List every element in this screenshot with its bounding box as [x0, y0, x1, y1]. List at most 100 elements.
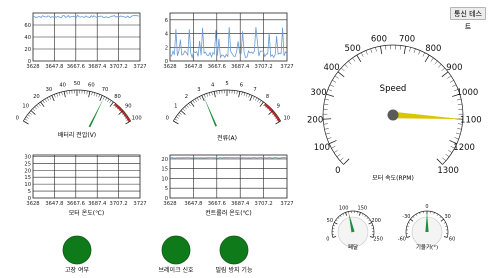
plot-area — [169, 154, 288, 199]
x-tick-label: 3687.4 — [88, 64, 107, 70]
gauge-label: 기울기(°) — [416, 243, 438, 251]
plot-area — [32, 154, 141, 199]
x-tick-label: 3647.8 — [184, 64, 202, 70]
x-tick-label: 3687.4 — [231, 201, 250, 207]
x-tick-label: 3687.4 — [231, 64, 250, 70]
x-tick-label: 3727 — [280, 201, 293, 207]
gauge-tick-label: 2 — [185, 94, 188, 100]
gauge-tick-label: 40 — [59, 82, 66, 88]
gauge-tick-label: 800 — [425, 44, 441, 54]
gauge-needle — [392, 111, 462, 120]
gauge-tick-label: 200 — [307, 116, 323, 126]
gauge-tick-label: 100 — [132, 115, 142, 121]
x-tick-label: 3647.8 — [45, 64, 63, 70]
y-tick-label: 25 — [24, 161, 31, 167]
gauge-tick-label: 150 — [358, 205, 368, 211]
y-tick-label: 40 — [24, 35, 31, 41]
gauge-tick-label: 700 — [399, 34, 415, 44]
y-tick-label: 5 — [28, 189, 31, 195]
y-tick-label: 10 — [161, 176, 168, 182]
gauge-label: 배터리 전압(V) — [58, 131, 96, 139]
x-tick-label: 3707.2 — [255, 201, 273, 207]
gauge-tick-label: 4 — [211, 82, 215, 88]
y-tick-label: 0 — [28, 196, 31, 202]
gauge-tick-label: 600 — [371, 34, 387, 44]
y-tick-label: 15 — [161, 167, 168, 173]
gauge-tick-label: 10 — [22, 104, 29, 110]
y-tick-label: 15 — [24, 175, 31, 181]
gauge-tick-label: 900 — [446, 63, 462, 73]
gauge-label: 모터 속도(RPM) — [372, 174, 414, 182]
motor-temp-chart: 3628 3647.8 3667.6 3687.4 3707.2 372705101520… — [24, 154, 146, 217]
pedal-gauge: 0 50 100 150 200 250 페달 — [326, 205, 383, 251]
x-tick-label: 3667.6 — [67, 64, 85, 70]
gauge-tick-label: 0 — [425, 204, 428, 210]
y-tick-label: 6 — [165, 18, 168, 24]
battery-voltage-gauge: 010 20 30 40 50 60 70 80 90100 배터리 전압(V) — [16, 81, 142, 139]
tilt-gauge: -60 -30 0 30 60 기울기(°) — [398, 204, 456, 251]
status-lamp — [62, 235, 92, 265]
x-tick-label: 3727 — [280, 64, 293, 70]
gauge-tick-label: 6 — [240, 82, 243, 88]
speedometer-gauge: 0 100 200 300 400 500 600 700 800 900 1000 1100 1200… — [307, 34, 482, 182]
y-tick-label: 20 — [24, 47, 31, 53]
gauge-tick-label: 20 — [33, 94, 40, 100]
x-tick-label: 3707.2 — [110, 201, 128, 207]
gauge-tick-label: 1200 — [453, 143, 475, 153]
gauge-tick-label: 400 — [323, 63, 339, 73]
gauge-needle — [88, 97, 105, 128]
gauge-needle — [203, 95, 217, 127]
gauge-tick-label: 1000 — [457, 88, 479, 98]
x-tick-label: 3667.6 — [67, 201, 85, 207]
y-tick-label: 10 — [24, 182, 31, 188]
gauge-tick-label: 0 — [326, 236, 329, 242]
y-tick-label: 20 — [24, 168, 31, 174]
y-tick-label: 0 — [165, 59, 168, 65]
x-tick-label: 3667.6 — [208, 64, 226, 70]
y-tick-label: 20 — [161, 157, 168, 163]
status-lamp — [161, 235, 191, 265]
gauge-tick-label: 1300 — [437, 166, 459, 176]
gauge-tick-label: -30 — [402, 214, 410, 220]
indicator-lamps: 고장 여부 브레이크 신호 밀림 방지 기능 — [62, 235, 253, 274]
comm-test-button[interactable]: 통신 테스트 — [450, 7, 486, 31]
gauge-tick-label: 1 — [174, 104, 177, 110]
gauge-tick-label: 100 — [314, 143, 330, 153]
current-gauge: 01 2 3 4 5 6 7 8 910 전류(A) — [166, 81, 290, 142]
gauge-tick-label: 9 — [277, 104, 280, 110]
gauge-tick-label: 60 — [449, 236, 455, 242]
x-tick-label: 3707.2 — [255, 64, 273, 70]
gauge-tick-label: 30 — [46, 87, 53, 93]
gauge-label: 페달 — [348, 243, 358, 251]
gauge-tick-label: 100 — [339, 205, 349, 211]
gauge-tick-label: 90 — [125, 104, 132, 110]
x-tick-label: 3727 — [133, 201, 146, 207]
x-tick-label: 3647.8 — [184, 201, 202, 207]
gauge-tick-label: 10 — [283, 115, 290, 121]
gauge-tick-label: -60 — [398, 236, 406, 242]
gauge-tick-label: 50 — [74, 81, 81, 87]
gauge-tick-label: 300 — [310, 88, 326, 98]
gauge-label: 전류(A) — [217, 134, 237, 142]
gauge-tick-label: 60 — [88, 82, 95, 88]
chart-label: 컨트롤러 온도(℃) — [205, 209, 251, 217]
gauge-tick-label: 0 — [16, 115, 19, 121]
y-tick-label: 2 — [165, 45, 168, 51]
gauge-tick-label: 70 — [102, 87, 109, 93]
gauge-tick-label: 8 — [266, 94, 269, 100]
gauge-tick-label: 250 — [373, 236, 383, 242]
y-tick-label: 30 — [24, 154, 31, 160]
gauge-tick-label: 30 — [444, 214, 450, 220]
gauge-tick-label: 50 — [327, 218, 333, 224]
dashboard-canvas: 3628 3647.8 3667.6 3687.4 3707.2 37270204060 … — [16, 12, 482, 274]
status-lamp — [219, 235, 249, 265]
x-tick-label: 3727 — [133, 64, 146, 70]
x-tick-label: 3687.4 — [88, 201, 107, 207]
gauge-tick-label: 7 — [253, 87, 256, 93]
gauge-tick-label: 5 — [225, 81, 228, 87]
lamp-label: 밀림 방지 기능 — [216, 266, 253, 274]
gauge-tick-label: 500 — [345, 44, 361, 54]
current-trend-chart: 3628 3647.8 3667.6 3687.4 3707.2 37270246 — [163, 12, 294, 70]
lamp-label: 브레이크 신호 — [158, 266, 194, 274]
gauge-tick-label: 200 — [371, 218, 381, 224]
